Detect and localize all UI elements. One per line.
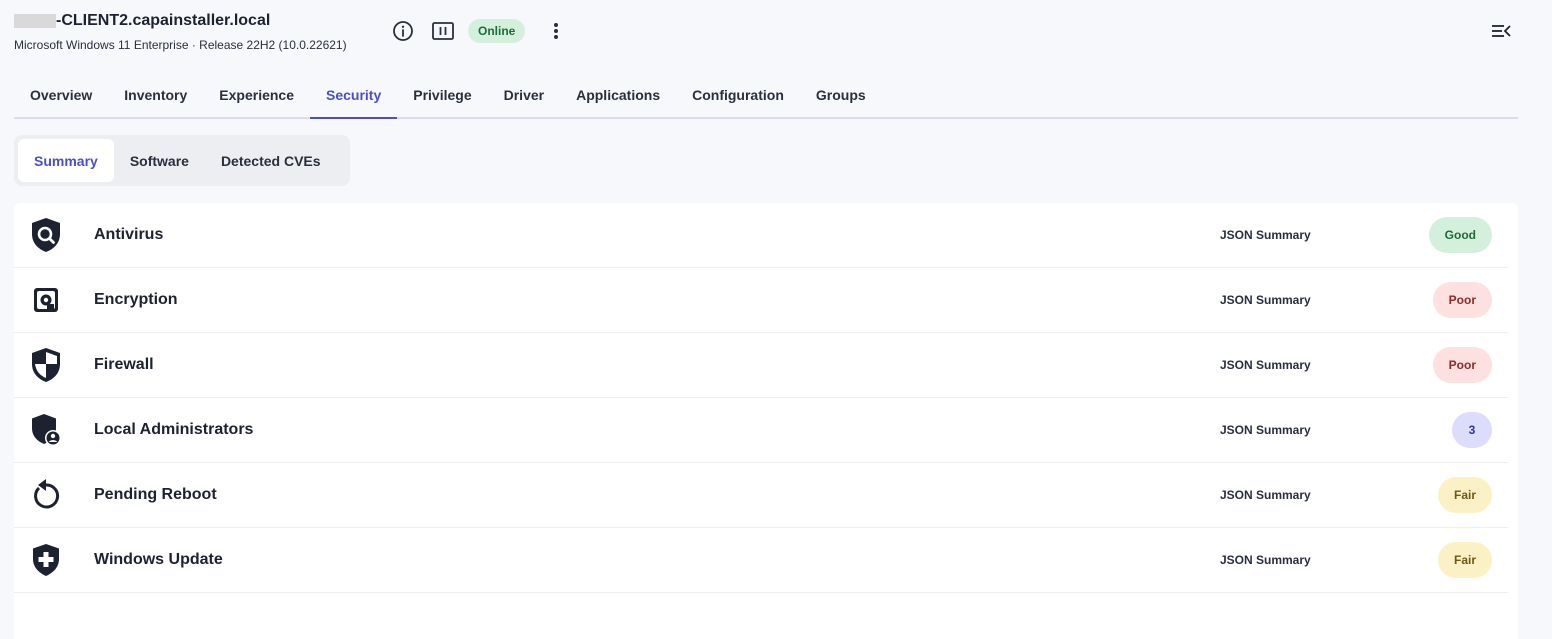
row-title: Encryption <box>94 291 178 308</box>
json-summary-link[interactable]: JSON Summary <box>1220 293 1311 307</box>
info-button[interactable] <box>390 18 416 44</box>
row-title: Antivirus <box>94 226 164 243</box>
more-options-button[interactable] <box>543 18 569 44</box>
shield-half-icon <box>32 348 60 382</box>
json-summary-link[interactable]: JSON Summary <box>1220 358 1311 372</box>
status-badge: Online <box>468 19 526 43</box>
tab-applications[interactable]: Applications <box>560 72 676 117</box>
shield-user-icon <box>32 414 61 446</box>
json-summary-link[interactable]: JSON Summary <box>1220 423 1311 437</box>
collapse-panel-button[interactable] <box>1488 18 1514 44</box>
list-item-windows-update[interactable]: Windows Update JSON Summary Fair <box>14 528 1508 593</box>
device-header: -CLIENT2.capainstaller.local Microsoft W… <box>14 10 1524 56</box>
redacted-name <box>14 14 56 28</box>
device-hostname: -CLIENT2.capainstaller.local <box>56 12 271 29</box>
restart-icon <box>34 479 60 509</box>
row-title: Pending Reboot <box>94 486 217 503</box>
subtab-detected-cves[interactable]: Detected CVEs <box>205 139 337 182</box>
count-badge: 3 <box>1452 412 1492 448</box>
more-vertical-icon <box>554 23 559 39</box>
list-item-pending-reboot[interactable]: Pending Reboot JSON Summary Fair <box>14 463 1508 528</box>
list-item-local-administrators[interactable]: Local Administrators JSON Summary 3 <box>14 398 1508 463</box>
tab-inventory[interactable]: Inventory <box>108 72 203 117</box>
tab-privilege[interactable]: Privilege <box>397 72 487 117</box>
security-summary-list: Antivirus JSON Summary Good Encryption J… <box>14 203 1518 639</box>
json-summary-link[interactable]: JSON Summary <box>1220 553 1311 567</box>
status-badge: Fair <box>1437 542 1492 578</box>
json-summary-link[interactable]: JSON Summary <box>1220 228 1311 242</box>
pause-button[interactable] <box>430 18 456 44</box>
row-title: Firewall <box>94 356 154 373</box>
row-title: Windows Update <box>94 551 223 568</box>
shield-plus-icon <box>33 544 59 576</box>
status-badge: Poor <box>1432 347 1492 383</box>
status-badge: Poor <box>1432 282 1492 318</box>
tab-security[interactable]: Security <box>310 72 398 119</box>
tab-experience[interactable]: Experience <box>203 72 310 117</box>
subtab-software[interactable]: Software <box>114 139 205 182</box>
list-item-encryption[interactable]: Encryption JSON Summary Poor <box>14 268 1508 333</box>
list-item-firewall[interactable]: Firewall JSON Summary Poor <box>14 333 1508 398</box>
collapse-panel-icon <box>1492 25 1511 37</box>
list-item-antivirus[interactable]: Antivirus JSON Summary Good <box>14 203 1508 268</box>
pause-icon <box>432 22 454 40</box>
os-version: Microsoft Windows 11 Enterprise · Releas… <box>14 38 347 52</box>
tab-overview[interactable]: Overview <box>14 72 108 117</box>
disk-icon <box>34 288 58 312</box>
title-row: -CLIENT2.capainstaller.local <box>14 10 1524 32</box>
row-title: Local Administrators <box>94 421 254 438</box>
subtab-summary[interactable]: Summary <box>18 139 114 182</box>
security-subtabs: Summary Software Detected CVEs <box>14 135 350 186</box>
device-page: -CLIENT2.capainstaller.local Microsoft W… <box>0 0 1552 639</box>
status-badge: Fair <box>1437 477 1492 513</box>
shield-search-icon <box>32 218 60 252</box>
tab-groups[interactable]: Groups <box>800 72 882 117</box>
json-summary-link[interactable]: JSON Summary <box>1220 488 1311 502</box>
header-actions: Online <box>390 18 569 44</box>
info-icon <box>393 21 413 41</box>
status-badge: Good <box>1428 217 1492 253</box>
main-tabs: Overview Inventory Experience Security P… <box>14 72 1518 119</box>
tab-driver[interactable]: Driver <box>488 72 560 117</box>
tab-configuration[interactable]: Configuration <box>676 72 800 117</box>
